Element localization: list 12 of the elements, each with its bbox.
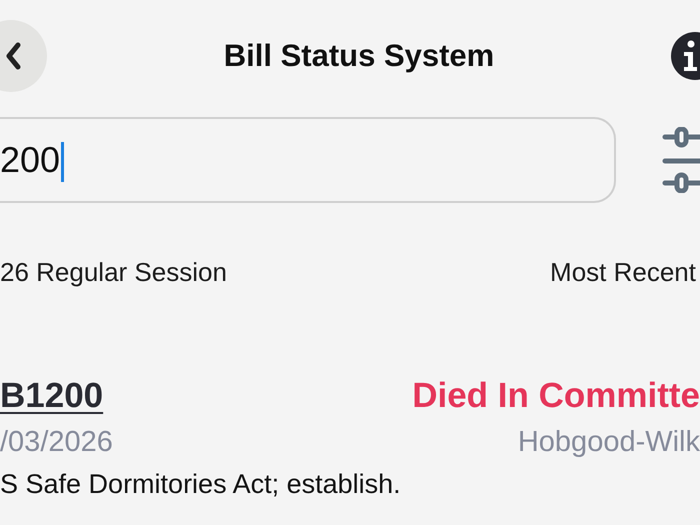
bill-status: Died In Committe xyxy=(412,375,700,417)
bill-description: S Safe Dormitories Act; establish. xyxy=(0,468,402,501)
search-field[interactable]: 200 xyxy=(0,117,616,203)
bill-number-link[interactable]: B1200 xyxy=(0,370,104,422)
back-button[interactable] xyxy=(0,20,48,92)
bill-date: /03/2026 xyxy=(0,424,113,460)
session-label[interactable]: 26 Regular Session xyxy=(0,253,227,292)
info-icon[interactable] xyxy=(670,31,700,81)
filter-icon[interactable] xyxy=(662,127,700,193)
bill-sponsor: Hobgood-Wilk xyxy=(518,424,700,460)
window-title: Bill Status System xyxy=(224,36,494,75)
sort-label[interactable]: Most Recent xyxy=(550,253,696,292)
